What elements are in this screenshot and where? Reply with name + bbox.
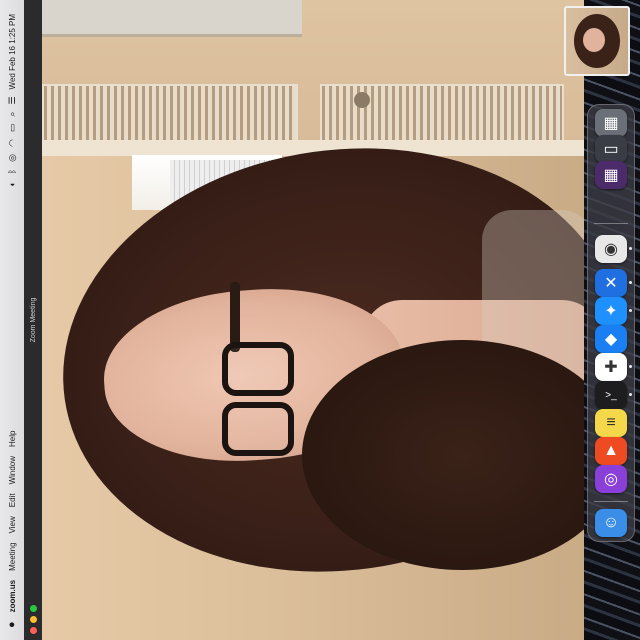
zoom-icon[interactable]: ✕ [595, 269, 627, 297]
storage-app-icon[interactable]: ◆ [595, 325, 627, 353]
safari-icon[interactable]: ✦ [595, 297, 627, 325]
running-indicator [629, 247, 632, 250]
menu-clock[interactable]: Wed Feb 16 1:25 PM [8, 14, 17, 89]
background-louver-door-left [42, 84, 298, 148]
chrome-icon[interactable]: ◉ [595, 235, 627, 263]
battery-icon[interactable]: ▭ [7, 124, 18, 133]
brave-icon[interactable]: ▲ [595, 437, 627, 465]
notification-icon[interactable]: ☰ [7, 96, 18, 104]
menu-edit[interactable]: Edit [8, 493, 17, 507]
terminal-icon[interactable]: >_ [595, 381, 627, 409]
menu-view[interactable]: View [8, 516, 17, 533]
participant-video[interactable] [42, 0, 584, 640]
glasses-lens-left [222, 342, 294, 396]
running-indicator [629, 365, 632, 368]
search-icon[interactable]: ⌕ [7, 112, 18, 117]
background-picture-frame [42, 0, 302, 37]
podcasts-icon[interactable]: ◎ [595, 465, 627, 493]
menu-meeting[interactable]: Meeting [8, 542, 17, 570]
wifi-icon[interactable]: ◠ [7, 139, 18, 147]
self-view-face [583, 28, 605, 52]
app-window-thumb-icon[interactable]: ▦ [595, 161, 627, 189]
dock: ▦ ▭ ▦ ◉ ✕ ✦ ◆ ✚ >_ ≡ ▲ ◎ ☺ [587, 104, 635, 542]
running-indicator [629, 309, 632, 312]
menu-bar: ● zoom.us Meeting View Edit Window Help … [0, 0, 25, 640]
subject-glasses [218, 282, 298, 456]
control-center-icon[interactable]: ◐ [7, 181, 17, 186]
dock-separator [594, 223, 628, 224]
finder-window-thumb-icon[interactable]: ▭ [595, 135, 627, 163]
self-view-thumbnail[interactable] [564, 6, 630, 76]
window-title-bar: Zoom Meeting [24, 0, 43, 640]
dock-separator [594, 501, 628, 502]
recents-stack-icon[interactable]: ▦ [595, 109, 627, 137]
slack-icon[interactable]: ✚ [595, 353, 627, 381]
finder-icon[interactable]: ☺ [595, 509, 627, 537]
apple-icon[interactable]: ● [6, 621, 18, 628]
window-title: Zoom Meeting [29, 297, 37, 343]
running-indicator [629, 281, 632, 284]
menu-app-name[interactable]: zoom.us [8, 580, 17, 612]
menu-window[interactable]: Window [8, 456, 17, 484]
background-door-knob [354, 92, 370, 108]
running-indicator [629, 393, 632, 396]
siri-icon[interactable]: ◎ [7, 154, 18, 162]
glasses-lens-right [222, 402, 294, 456]
notes-icon[interactable]: ≡ [595, 409, 627, 437]
menu-help[interactable]: Help [8, 431, 17, 447]
bluetooth-icon[interactable]: ᛒ [7, 169, 17, 174]
